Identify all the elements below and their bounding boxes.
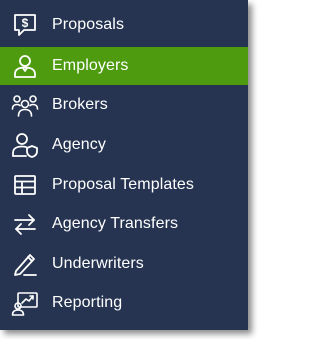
menu-item-proposals[interactable]: $ Proposals [0,6,248,44]
menu-item-agency-transfers[interactable]: Agency Transfers [0,205,248,243]
menu-item-label: Proposals [52,16,125,33]
menu-item-underwriters[interactable]: Underwriters [0,245,248,283]
menu-item-label: Employers [52,57,129,74]
side-menu: $ Proposals Employers Brokers Agency Pro… [0,0,248,330]
menu-item-label: Proposal Templates [52,176,195,193]
proposals-icon: $ [12,12,38,38]
menu-item-label: Agency Transfers [52,215,179,232]
menu-item-proposal-templates[interactable]: Proposal Templates [0,166,248,204]
agency-icon [12,132,38,158]
employers-icon [12,53,38,79]
menu-item-employers[interactable]: Employers [0,47,248,85]
brokers-icon [11,92,39,118]
menu-item-label: Reporting [52,294,123,311]
menu-item-reporting[interactable]: Reporting [0,284,248,322]
menu-item-label: Underwriters [52,255,144,272]
menu-item-label: Agency [52,136,106,153]
menu-item-agency[interactable]: Agency [0,126,248,164]
underwriters-icon [12,251,38,277]
proposal-templates-icon [12,172,38,198]
agency-transfers-icon [12,211,38,237]
svg-text:$: $ [22,16,29,30]
reporting-icon [11,290,38,316]
menu-item-label: Brokers [52,96,108,113]
menu-item-brokers[interactable]: Brokers [0,86,248,124]
